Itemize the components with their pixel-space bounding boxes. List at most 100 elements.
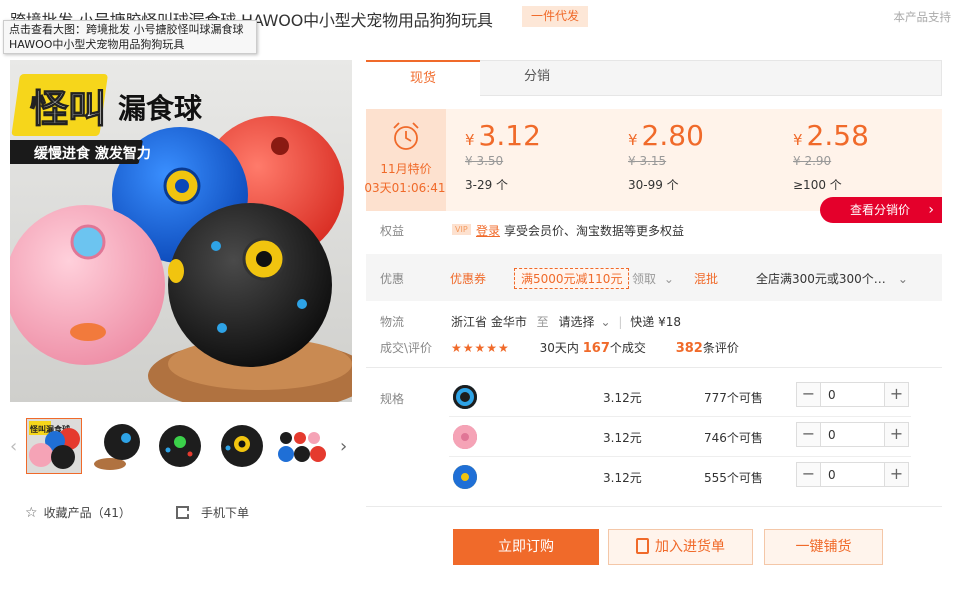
decrement-button[interactable]: − — [797, 423, 821, 446]
price-original: ¥ 2.90 — [793, 154, 832, 168]
sku-thumbnail[interactable] — [453, 465, 477, 489]
discount-row: 优惠 优惠券 满5000元减110元 领取 ⌄ 混批 全店满300元或300个…… — [366, 254, 942, 301]
star-outline-icon: ☆ — [25, 505, 38, 521]
shipping-fee: 快递 ¥18 — [630, 315, 682, 329]
image-tooltip: 点击查看大图：跨境批发 小号搪胶怪叫球漏食球 HAWOO中小型犬宠物用品狗狗玩具 — [3, 20, 257, 54]
dropship-badge: 一件代发 — [522, 6, 588, 27]
sku-thumbnail[interactable] — [453, 385, 477, 409]
tooltip-line-1: 点击查看大图：跨境批发 小号搪胶怪叫球漏食球 — [9, 23, 244, 36]
price-panel: 11月特价 03天01:06:41 ¥3.12 ¥ 3.50 3-29 个 ¥2… — [364, 109, 942, 211]
quantity-input[interactable]: 0 — [828, 428, 836, 442]
origin-city: 浙江省 金华市 — [451, 315, 527, 329]
divider — [366, 367, 942, 368]
logo-text: 怪叫 — [30, 87, 106, 131]
price-tier-1: ¥3.12 ¥ 3.50 3-29 个 — [465, 119, 625, 193]
quantity-input[interactable]: 0 — [828, 388, 836, 402]
view-distribution-price-button[interactable]: 查看分销价 › — [820, 197, 942, 223]
review-unit: 条评价 — [702, 341, 739, 355]
logistics-label: 物流 — [380, 315, 405, 329]
sale-countdown-timer: 03天01:06:41 — [364, 181, 446, 195]
price-quantity-range: 3-29 个 — [465, 178, 509, 192]
tab-distribution[interactable]: 分销 — [480, 60, 594, 96]
favorite-product[interactable]: ☆ 收藏产品（41） — [25, 504, 131, 521]
chevron-down-icon: ⌄ — [663, 272, 674, 286]
view-distribution-label: 查看分销价 — [850, 203, 911, 217]
discount-label: 优惠 — [380, 272, 405, 286]
add-to-cart-button[interactable]: 加入进货单 — [608, 529, 753, 565]
rating-stars-icon: ★★★★★ — [451, 341, 510, 355]
chevron-right-icon: › — [928, 202, 934, 218]
clipboard-icon — [636, 538, 649, 554]
destination-select-label: 请选择 — [558, 315, 595, 329]
qrcode-icon — [176, 506, 189, 519]
black-ball — [168, 203, 332, 367]
sku-stock: 777个可售 — [704, 391, 763, 405]
sku-row: 3.12元 555个可售 − 0 + — [449, 457, 911, 497]
favorite-label: 收藏产品（41） — [43, 506, 131, 520]
increment-button[interactable]: + — [884, 423, 908, 446]
claim-label: 领取 — [632, 272, 657, 286]
sku-price: 3.12元 — [603, 431, 642, 445]
destination-select[interactable]: 请选择 ⌄ — [559, 315, 611, 329]
sales-info: ★★★★★ 30天内 167个成交 382条评价 — [451, 339, 739, 356]
benefits-label: 权益 — [380, 224, 405, 238]
coupon-value[interactable]: 满5000元减110元 — [514, 268, 630, 289]
sku-list: 3.12元 777个可售 − 0 + 3.12元 746个可售 − 0 + 3.… — [0, 377, 953, 502]
order-now-button[interactable]: 立即订购 — [453, 529, 599, 565]
currency-symbol: ¥ — [793, 131, 803, 149]
quantity-input[interactable]: 0 — [828, 468, 836, 482]
quantity-stepper: − 0 + — [796, 422, 909, 447]
mobile-order[interactable]: 手机下单 — [176, 504, 249, 521]
sku-price: 3.12元 — [603, 471, 642, 485]
sales-unit: 个成交 — [609, 341, 646, 355]
price-current: 2.58 — [806, 119, 869, 152]
sku-thumbnail[interactable] — [453, 425, 477, 449]
main-product-image[interactable]: 怪叫 漏食球 缓慢进食 激发智力 — [10, 60, 352, 402]
sku-stock: 555个可售 — [704, 471, 763, 485]
sale-countdown: 11月特价 03天01:06:41 — [364, 109, 446, 211]
price-original: ¥ 3.50 — [465, 154, 504, 168]
image-title-text: 漏食球 — [118, 92, 203, 125]
price-current: 3.12 — [478, 119, 541, 152]
claim-coupon[interactable]: 领取 ⌄ — [632, 270, 674, 287]
quantity-stepper: − 0 + — [796, 462, 909, 487]
price-original: ¥ 3.15 — [628, 154, 667, 168]
login-link[interactable]: 登录 — [476, 222, 500, 239]
divider — [366, 506, 942, 507]
support-link[interactable]: 本产品支持 — [894, 9, 952, 25]
benefits-text: 享受会员价、淘宝数据等更多权益 — [504, 224, 685, 238]
to-label: 至 — [536, 315, 549, 329]
price-tier-2: ¥2.80 ¥ 3.15 30-99 个 — [628, 119, 788, 193]
sku-row: 3.12元 746个可售 − 0 + — [449, 417, 911, 457]
mix-batch-text: 全店满300元或300个… — [756, 272, 886, 286]
decrement-button[interactable]: − — [797, 383, 821, 406]
vip-badge: VIP — [452, 224, 471, 235]
chevron-down-icon: ⌄ — [897, 272, 908, 286]
decrement-button[interactable]: − — [797, 463, 821, 486]
alarm-clock-icon — [393, 122, 419, 150]
increment-button[interactable]: + — [884, 463, 908, 486]
quantity-stepper: − 0 + — [796, 382, 909, 407]
review-count[interactable]: 382 — [676, 341, 703, 356]
mobile-order-label: 手机下单 — [201, 506, 250, 520]
tooltip-line-2: HAWOO中小型犬宠物用品狗狗玩具 — [9, 38, 185, 51]
sku-row: 3.12元 777个可售 − 0 + — [449, 377, 911, 417]
sales-count: 167 — [582, 341, 610, 356]
price-current: 2.80 — [641, 119, 704, 152]
price-quantity-range: ≥100 个 — [793, 178, 842, 192]
one-click-list-button[interactable]: 一键铺货 — [764, 529, 883, 565]
sku-price: 3.12元 — [603, 391, 642, 405]
sales-prefix: 30天内 — [539, 341, 579, 355]
add-to-cart-label: 加入进货单 — [655, 539, 725, 555]
mix-batch-rule[interactable]: 全店满300元或300个… ⌄ — [756, 270, 908, 287]
price-tabs: 现货 分销 — [366, 60, 942, 96]
logistics-info: 浙江省 金华市 至 请选择 ⌄ | 快递 ¥18 — [451, 315, 682, 329]
sales-review-label: 成交\评价 — [380, 341, 433, 355]
currency-symbol: ¥ — [628, 131, 638, 149]
increment-button[interactable]: + — [884, 383, 908, 406]
mix-batch-label: 混批 — [694, 272, 719, 286]
coupon-label: 优惠券 — [450, 272, 487, 286]
product-photo: 怪叫 漏食球 缓慢进食 激发智力 — [10, 60, 352, 402]
image-slogan: 缓慢进食 激发智力 — [34, 145, 151, 162]
tab-in-stock[interactable]: 现货 — [366, 60, 480, 96]
